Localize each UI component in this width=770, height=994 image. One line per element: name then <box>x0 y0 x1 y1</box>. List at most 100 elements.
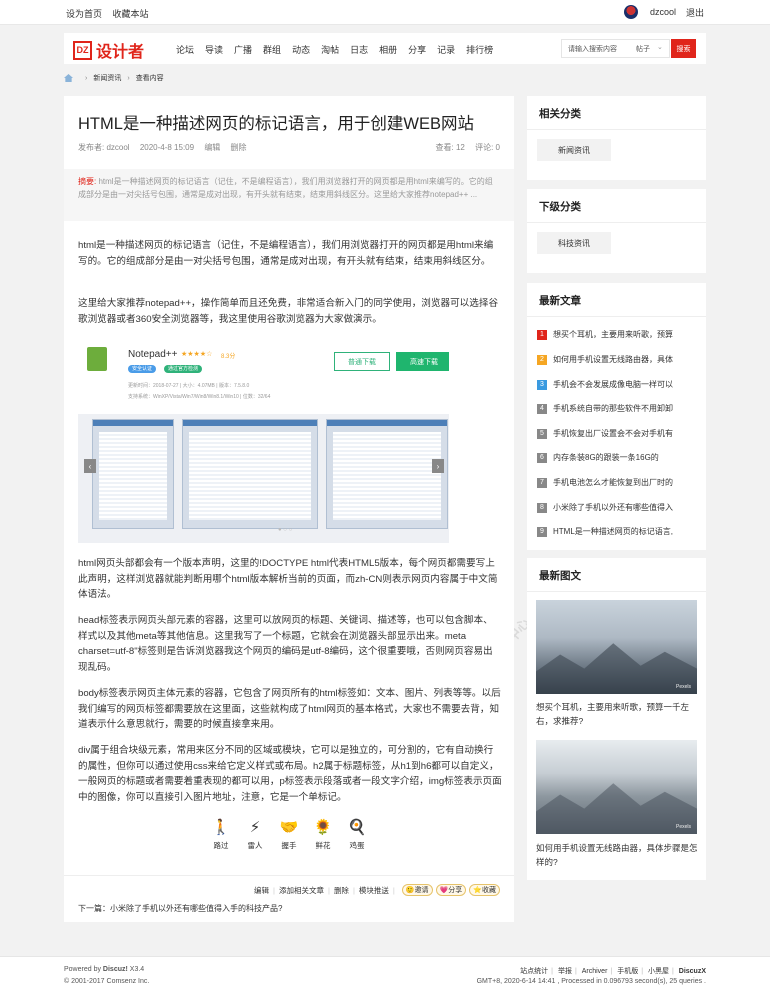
nav-item-blog[interactable]: 日志 <box>350 43 368 56</box>
category-tag[interactable]: 新闻资讯 <box>537 139 611 161</box>
footer-link-blackroom[interactable]: 小黑屋 <box>648 968 669 975</box>
next-article-link[interactable]: 下一篇：小米除了手机以外还有哪些值得入手的科技产品? <box>78 903 282 914</box>
image-header: Notepad++ ★★★★☆ 8.3分 安全认证 通过官方检测 更新时间：20… <box>78 339 449 414</box>
rank-badge: 3 <box>537 379 547 390</box>
home-icon[interactable] <box>64 74 73 82</box>
article-list-item[interactable]: 8 小米除了手机以外还有哪些值得入 <box>537 502 697 513</box>
article-date: 2020-4-8 15:09 <box>139 143 195 152</box>
article-stats: 查看: 12 评论: 0 <box>428 142 500 153</box>
article-list-item[interactable]: 7 手机电池怎么才能恢复到出厂时的 <box>537 477 697 488</box>
chevron-left-icon: ‹ <box>84 459 96 473</box>
paragraph: html是一种描述网页的标记语言（记住，不是编程语言），我们用浏览器打开的网页都… <box>78 240 494 267</box>
logout-link[interactable]: 退出 <box>686 6 704 19</box>
picture-caption[interactable]: 如何用手机设置无线路由器，具体步骤是怎样的? <box>536 841 698 869</box>
breadcrumb-separator: › <box>127 74 130 82</box>
image-thumbnail <box>182 419 318 529</box>
article-summary: 摘要: html是一种描述网页的标记语言（记住，不是编程语言），我们用浏览器打开… <box>64 169 514 221</box>
reaction-pass[interactable]: 🚶 路过 <box>204 818 238 851</box>
footer-link-stats[interactable]: 站点统计 <box>520 968 548 975</box>
article-author[interactable]: 发布者: dzcool <box>78 143 130 152</box>
reaction-bar: 🚶 路过 ⚡ 雷人 🤝 握手 🌻 鲜花 🍳 鸡蛋 <box>64 818 514 851</box>
reaction-handshake[interactable]: 🤝 握手 <box>272 818 306 851</box>
footer-link-mobile[interactable]: 手机版 <box>617 968 638 975</box>
action-add-related[interactable]: 添加相关文章 <box>279 885 324 896</box>
nav-item-ranking[interactable]: 排行榜 <box>466 43 493 56</box>
panel-title: 最新图文 <box>539 570 581 582</box>
discuz-link[interactable]: Discuz! <box>103 966 128 973</box>
article-list-item[interactable]: 4 手机系统自带的那些软件不用卸卸 <box>537 403 697 414</box>
picture-credit: Pexels <box>675 684 691 690</box>
article-list-item[interactable]: 9 HTML是一种描述网页的标记语言, <box>537 526 697 537</box>
processing-stats: GMT+8, 2020-6-14 14:41 , Processed in 0.… <box>476 978 706 985</box>
footer-link-report[interactable]: 举报 <box>558 968 572 975</box>
search-button[interactable]: 搜索 <box>671 39 696 58</box>
footer-link-archiver[interactable]: Archiver <box>582 968 608 975</box>
paragraph: div属于组合块级元素，常用来区分不同的区域或模块，它可以是独立的，可分割的，它… <box>78 745 502 803</box>
search-placeholder: 请输入搜索内容 <box>568 46 617 53</box>
article-list-item[interactable]: 1 想买个耳机，主要用来听歌，预算 <box>537 329 697 340</box>
paragraph: 这里给大家推荐notepad++，操作简单而且还免费，非常适合新入门的同学使用，… <box>78 298 499 325</box>
breadcrumb: › 新闻资讯 › 查看内容 <box>64 73 164 83</box>
edit-link[interactable]: 编辑 <box>204 143 220 152</box>
site-logo[interactable]: DZ 设计者 <box>73 38 144 62</box>
bookmark-link[interactable]: 收藏本站 <box>113 9 149 19</box>
breadcrumb-news[interactable]: 新闻资讯 <box>93 73 121 83</box>
set-home-link[interactable]: 设为首页 <box>66 9 102 19</box>
nav-item-collections[interactable]: 淘帖 <box>321 43 339 56</box>
nav-item-guide[interactable]: 导读 <box>205 43 223 56</box>
handshake-icon: 🤝 <box>279 819 299 836</box>
paragraph: html网页头部都会有一个版本声明，这里的!DOCTYPE html代表HTML… <box>78 558 498 600</box>
image-app-title: Notepad++ <box>128 349 178 360</box>
nav-item-share[interactable]: 分享 <box>408 43 426 56</box>
rank-badge: 1 <box>537 329 547 340</box>
action-edit[interactable]: 编辑 <box>254 885 269 896</box>
site-footer: Powered by Discuz! X3.4 © 2001-2017 Coms… <box>0 956 770 994</box>
reaction-label: 鲜花 <box>315 841 331 850</box>
chevron-right-icon: › <box>432 459 444 473</box>
share-button[interactable]: 💗分享 <box>435 884 467 896</box>
nav-item-groups[interactable]: 群组 <box>263 43 281 56</box>
article-list-item[interactable]: 3 手机会不会发展成像电脑一样可以 <box>537 379 697 390</box>
nav-item-album[interactable]: 相册 <box>379 43 397 56</box>
search-type-select[interactable]: 帖子 <box>636 44 650 54</box>
nav-item-broadcast[interactable]: 广播 <box>234 43 252 56</box>
article-title: HTML是一种描述网页的标记语言，用于创建WEB网站 <box>78 115 474 133</box>
nav-item-forum[interactable]: 论坛 <box>176 43 194 56</box>
rank-badge: 2 <box>537 354 547 365</box>
panel-title: 相关分类 <box>539 108 581 120</box>
image-tag: 安全认证 <box>128 365 157 373</box>
delete-link[interactable]: 删除 <box>231 143 247 152</box>
action-delete[interactable]: 删除 <box>334 885 349 896</box>
article-image[interactable]: Notepad++ ★★★★☆ 8.3分 安全认证 通过官方检测 更新时间：20… <box>78 339 449 543</box>
panel-title: 下级分类 <box>539 201 581 213</box>
notepad-icon <box>87 347 107 371</box>
picture-thumbnail[interactable]: Pexels <box>536 600 697 694</box>
avatar[interactable] <box>623 5 638 19</box>
category-tag[interactable]: 科技资讯 <box>537 232 611 254</box>
username-link[interactable]: dzcool <box>650 7 676 17</box>
top-bar: 设为首页 收藏本站 dzcool 退出 <box>0 0 770 25</box>
picture-thumbnail[interactable]: Pexels <box>536 740 697 834</box>
article-list-item[interactable]: 6 内存条装8G的跟装一条16G的 <box>537 452 697 463</box>
search-input[interactable]: 请输入搜索内容 帖子 ⌄ <box>561 39 670 58</box>
reaction-egg[interactable]: 🍳 鸡蛋 <box>340 818 374 851</box>
invite-button[interactable]: 🙂邀请 <box>401 884 433 896</box>
flower-icon: 🌻 <box>313 819 333 836</box>
image-score: 8.3分 <box>221 354 236 360</box>
paragraph: head标签表示网页头部元素的容器，这里可以放网页的标题、关键词、描述等，也可以… <box>78 615 493 673</box>
sub-category-panel: 下级分类 科技资讯 <box>527 189 706 273</box>
nav-item-feed[interactable]: 动态 <box>292 43 310 56</box>
picture-credit: Pexels <box>675 824 691 830</box>
nav-item-records[interactable]: 记录 <box>437 43 455 56</box>
footer-link-discuzx[interactable]: DiscuzX <box>679 968 706 975</box>
picture-caption[interactable]: 想买个耳机，主要用来听歌，预算一千左右，求推荐? <box>536 700 698 728</box>
image-fast-download: 高速下载 <box>396 352 449 371</box>
favorite-button[interactable]: ⭐收藏 <box>469 884 500 896</box>
reaction-shock[interactable]: ⚡ 雷人 <box>238 818 272 851</box>
article-list-item[interactable]: 2 如何用手机设置无线路由器，具体 <box>537 354 697 365</box>
reaction-flower[interactable]: 🌻 鲜花 <box>306 818 340 851</box>
article-meta: 发布者: dzcool 2020-4-8 15:09 编辑 删除 <box>78 142 255 153</box>
article-list-item[interactable]: 5 手机恢复出厂设置会不会对手机有 <box>537 428 697 439</box>
action-push[interactable]: 模块推送 <box>359 885 389 896</box>
rank-badge: 5 <box>537 428 547 439</box>
